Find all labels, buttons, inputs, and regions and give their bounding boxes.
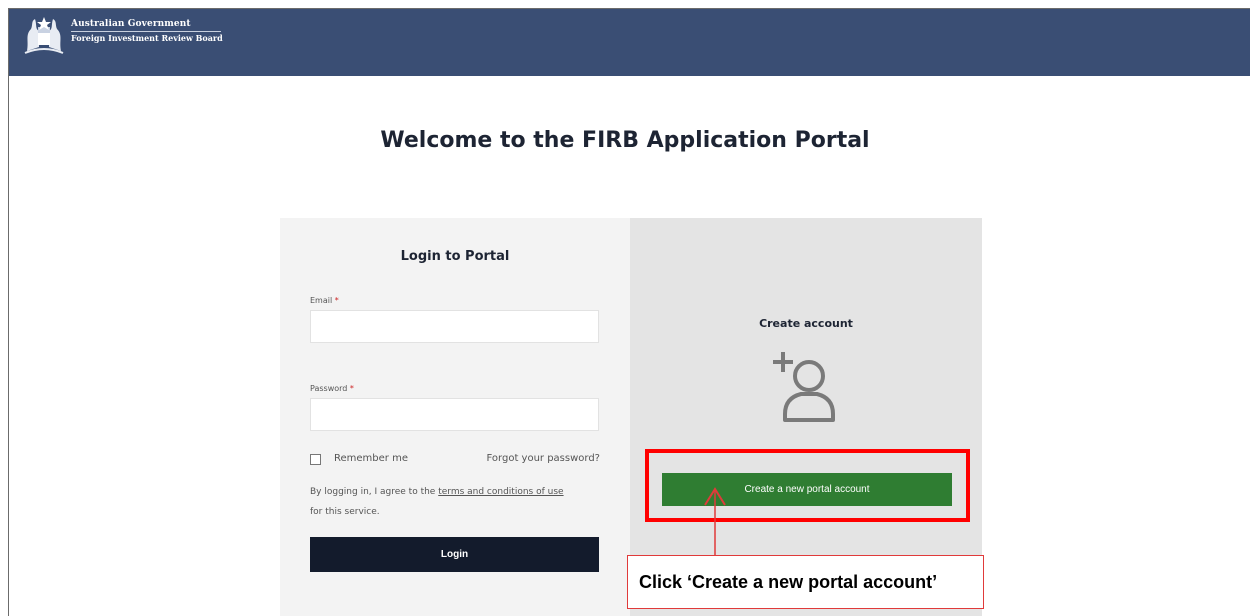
- login-button[interactable]: Login: [310, 537, 599, 572]
- login-panel: Login to Portal Email * Password * Remem…: [280, 218, 630, 616]
- coat-of-arms-icon: [24, 17, 64, 54]
- remember-me-checkbox[interactable]: [310, 454, 321, 465]
- logo-divider: [71, 31, 221, 32]
- password-label: Password *: [310, 384, 354, 393]
- password-field[interactable]: [310, 398, 599, 431]
- required-marker: *: [334, 296, 339, 305]
- instruction-callout: Click ‘Create a new portal account’: [627, 555, 984, 609]
- terms-link[interactable]: terms and conditions of use: [438, 487, 563, 497]
- site-header: Australian Government Foreign Investment…: [9, 9, 1250, 76]
- email-label-text: Email: [310, 296, 333, 305]
- terms-notice: By logging in, I agree to the terms and …: [310, 482, 600, 522]
- required-marker: *: [349, 384, 354, 393]
- remember-row: Remember me Forgot your password?: [310, 453, 600, 467]
- email-field[interactable]: [310, 310, 599, 343]
- email-label: Email *: [310, 296, 339, 305]
- agency-name: Foreign Investment Review Board: [71, 33, 223, 43]
- remember-me-label[interactable]: Remember me: [334, 453, 408, 464]
- login-title: Login to Portal: [400, 249, 510, 264]
- create-account-title: Create account: [759, 317, 853, 330]
- forgot-password-link[interactable]: Forgot your password?: [487, 453, 600, 464]
- user-plus-icon: [773, 352, 835, 422]
- government-logo[interactable]: Australian Government Foreign Investment…: [21, 13, 223, 57]
- page-title: Welcome to the FIRB Application Portal: [380, 128, 870, 153]
- terms-prefix: By logging in, I agree to the: [310, 487, 439, 497]
- terms-suffix: for this service.: [310, 507, 380, 517]
- password-label-text: Password: [310, 384, 348, 393]
- government-name: Australian Government: [71, 19, 191, 29]
